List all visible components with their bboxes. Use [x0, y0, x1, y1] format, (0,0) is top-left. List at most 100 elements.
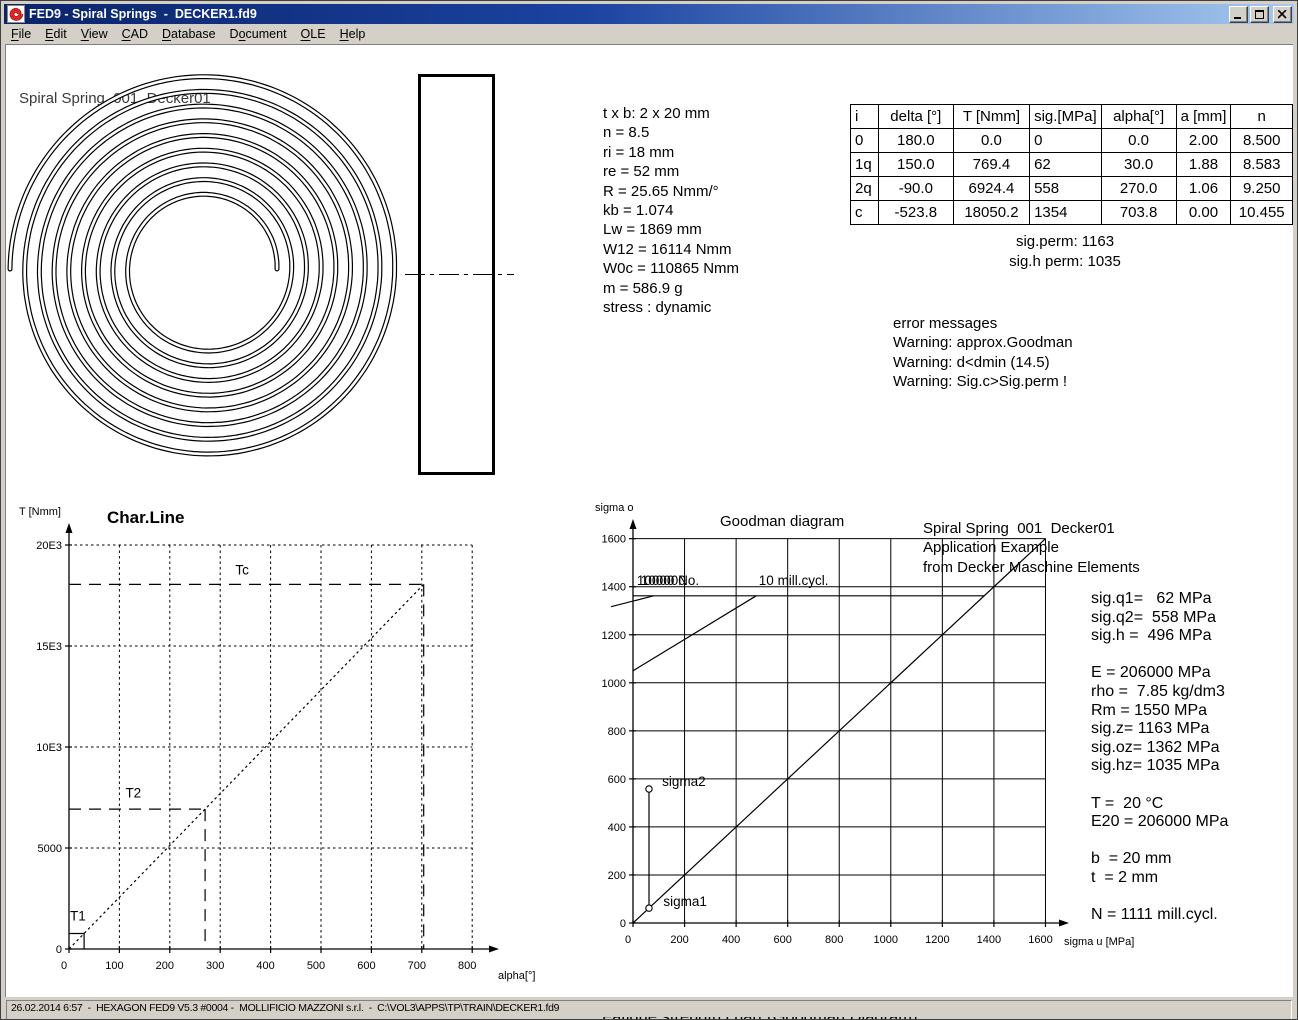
results-table: idelta [°]T [Nmm]sig.[MPa]alpha[°]a [mm]…	[850, 104, 1293, 225]
page-title: Spiral Spring 001 Decker01	[19, 90, 211, 107]
column-header: T [Nmm]	[953, 105, 1029, 129]
minimize-button[interactable]	[1229, 6, 1248, 23]
error-messages-title: error messages	[893, 315, 1073, 334]
table-cell: 10.455	[1231, 201, 1293, 225]
table-row: 1q150.0769.46230.01.888.583	[851, 153, 1293, 177]
menu-item-ole[interactable]: OLE	[294, 25, 333, 43]
table-cell: -523.8	[878, 201, 953, 225]
table-row: c-523.818050.21354703.80.0010.455	[851, 201, 1293, 225]
material-info-line: sig.q1= 62 MPa	[1091, 590, 1228, 609]
table-cell: 0	[1030, 129, 1102, 153]
column-header: alpha[°]	[1101, 105, 1176, 129]
material-info-line: rho = 7.85 kg/dm3	[1091, 683, 1228, 702]
menu-bar: FileEditViewCADDatabaseDocumentOLEHelp	[4, 24, 1294, 44]
goodman-header-line: Application Example	[923, 539, 1140, 558]
document-canvas: Spiral Spring 001 Decker01 t x b: 2 x 20…	[5, 44, 1293, 997]
column-header: a [mm]	[1176, 105, 1231, 129]
table-cell: 0	[851, 129, 879, 153]
table-cell: 9.250	[1231, 177, 1293, 201]
spring-parameter-line: stress : dynamic	[603, 299, 739, 318]
table-cell: 180.0	[878, 129, 953, 153]
material-info-line: N = 1111 mill.cycl.	[1091, 906, 1228, 925]
title-bar[interactable]: FED9 - Spiral Springs - DECKER1.fd9	[4, 4, 1294, 24]
table-cell: 8.500	[1231, 129, 1293, 153]
table-row: 2q-90.06924.4558270.01.069.250	[851, 177, 1293, 201]
goodman-header-line: from Decker Maschine Elements	[923, 559, 1140, 578]
column-header: sig.[MPa]	[1030, 105, 1102, 129]
material-info-line: sig.h = 496 MPa	[1091, 627, 1228, 646]
material-info-line: b = 20 mm	[1091, 850, 1228, 869]
menu-item-view[interactable]: View	[74, 25, 115, 43]
status-bar: 26.02.2014 6:57 - HEXAGON FED9 V5.3 #000…	[4, 998, 1294, 1017]
table-cell: 769.4	[953, 153, 1029, 177]
table-row: 0180.00.000.02.008.500	[851, 129, 1293, 153]
column-header: i	[851, 105, 879, 129]
menu-item-database[interactable]: Database	[155, 25, 223, 43]
menu-item-cad[interactable]: CAD	[115, 25, 155, 43]
column-header: delta [°]	[878, 105, 953, 129]
spring-parameters-block: t x b: 2 x 20 mmn = 8.5ri = 18 mmre = 52…	[603, 105, 739, 318]
spring-parameter-line: t x b: 2 x 20 mm	[603, 105, 739, 124]
table-cell: -90.0	[878, 177, 953, 201]
maximize-button[interactable]	[1250, 6, 1269, 23]
material-info-line: E = 206000 MPa	[1091, 664, 1228, 683]
table-cell: 6924.4	[953, 177, 1029, 201]
spring-parameter-line: kb = 1.074	[603, 202, 739, 221]
spring-parameter-line: W12 = 16114 Nmm	[603, 241, 739, 260]
material-info-line	[1091, 776, 1228, 795]
material-info-line: sig.q2= 558 MPa	[1091, 609, 1228, 628]
material-info-line: Rm = 1550 MPa	[1091, 702, 1228, 721]
table-cell: 0.0	[1101, 129, 1176, 153]
table-cell: 558	[1030, 177, 1102, 201]
table-cell: 0.0	[953, 129, 1029, 153]
close-button[interactable]	[1273, 6, 1292, 23]
table-cell: 62	[1030, 153, 1102, 177]
spring-parameter-line: re = 52 mm	[603, 163, 739, 182]
goodman-header-line: Spiral Spring 001 Decker01	[923, 520, 1140, 539]
spring-parameter-line: n = 8.5	[603, 124, 739, 143]
table-cell: 150.0	[878, 153, 953, 177]
material-info-block: sig.q1= 62 MPasig.q2= 558 MPasig.h = 496…	[1091, 590, 1228, 925]
table-cell: 18050.2	[953, 201, 1029, 225]
table-cell: c	[851, 201, 879, 225]
permissible-stress-notes: sig.perm: 1163sig.h perm: 1035	[935, 233, 1195, 274]
table-cell: 270.0	[1101, 177, 1176, 201]
table-cell: 703.8	[1101, 201, 1176, 225]
table-cell: 30.0	[1101, 153, 1176, 177]
menu-item-help[interactable]: Help	[333, 25, 373, 43]
spring-parameter-line: Lw = 1869 mm	[603, 221, 739, 240]
table-cell: 1354	[1030, 201, 1102, 225]
perm-note-line: sig.h perm: 1035	[935, 253, 1195, 273]
menu-item-edit[interactable]: Edit	[38, 25, 74, 43]
menu-item-file[interactable]: File	[4, 25, 38, 43]
table-cell: 1q	[851, 153, 879, 177]
spring-parameter-line: m = 586.9 g	[603, 280, 739, 299]
table-cell: 1.88	[1176, 153, 1231, 177]
table-cell: 8.583	[1231, 153, 1293, 177]
material-info-line: t = 2 mm	[1091, 869, 1228, 888]
spring-parameter-line: R = 25.65 Nmm/°	[603, 183, 739, 202]
column-header: n	[1231, 105, 1293, 129]
perm-note-line: sig.perm: 1163	[935, 233, 1195, 253]
table-cell: 0.00	[1176, 201, 1231, 225]
error-messages-block: error messagesWarning: approx.GoodmanWar…	[893, 315, 1073, 393]
spring-parameter-line: W0c = 110865 Nmm	[603, 260, 739, 279]
goodman-header-block: Spiral Spring 001 Decker01Application Ex…	[923, 520, 1140, 578]
table-cell: 2.00	[1176, 129, 1231, 153]
material-info-line	[1091, 888, 1228, 907]
table-cell: 1.06	[1176, 177, 1231, 201]
material-info-line: sig.hz= 1035 MPa	[1091, 757, 1228, 776]
warning-message: Warning: approx.Goodman	[893, 334, 1073, 353]
app-spiral-icon	[7, 5, 25, 23]
warning-message: Warning: Sig.c>Sig.perm !	[893, 373, 1073, 392]
status-text: 26.02.2014 6:57 - HEXAGON FED9 V5.3 #000…	[6, 1000, 1292, 1020]
spring-parameter-line: ri = 18 mm	[603, 144, 739, 163]
material-info-line: sig.z= 1163 MPa	[1091, 720, 1228, 739]
material-info-line: sig.oz= 1362 MPa	[1091, 739, 1228, 758]
material-info-line	[1091, 646, 1228, 665]
warning-message: Warning: d<dmin (14.5)	[893, 354, 1073, 373]
menu-item-document[interactable]: Document	[223, 25, 294, 43]
window-title: FED9 - Spiral Springs - DECKER1.fd9	[29, 7, 257, 21]
material-info-line: E20 = 206000 MPa	[1091, 813, 1228, 832]
material-info-line	[1091, 832, 1228, 851]
